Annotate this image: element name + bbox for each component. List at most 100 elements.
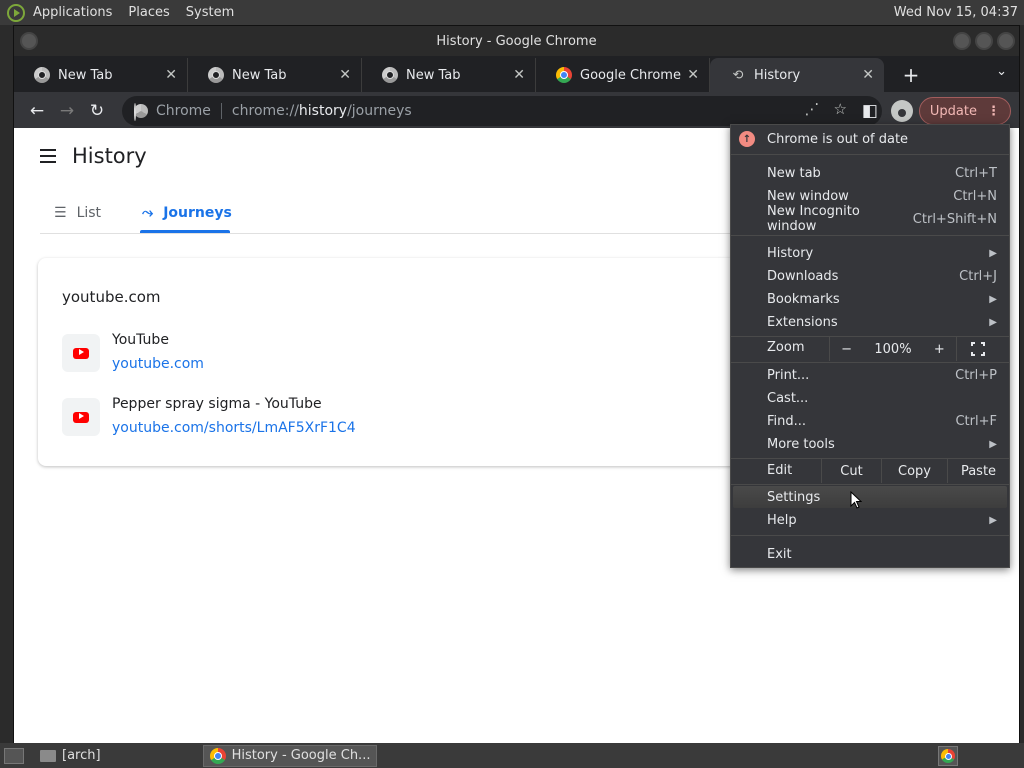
tab-journeys-label: Journeys	[163, 205, 232, 221]
system-menu[interactable]: System	[186, 5, 234, 20]
close-tab-icon[interactable]: ✕	[165, 67, 177, 83]
tab-google-chrome[interactable]: Google Chrome - T ✕	[536, 58, 710, 92]
back-button[interactable]: ←	[22, 96, 52, 126]
menu-item-extensions[interactable]: Extensions ▶	[767, 311, 997, 333]
menu-item-label: Find...	[767, 413, 807, 429]
system-panel: Applications Places System Wed Nov 15, 0…	[0, 0, 1024, 25]
submenu-arrow-icon: ▶	[989, 438, 997, 450]
tab-new-tab-3[interactable]: New Tab ✕	[362, 58, 536, 92]
menu-item-more-tools[interactable]: More tools ▶	[767, 433, 997, 455]
chrome-color-icon	[209, 747, 226, 764]
copy-button[interactable]: Copy	[881, 459, 947, 483]
url-scheme: chrome://	[231, 103, 299, 119]
menu-item-settings[interactable]: Settings	[733, 486, 1007, 508]
minimize-button[interactable]	[953, 32, 971, 50]
tab-title: New Tab	[58, 67, 113, 83]
tab-new-tab-1[interactable]: New Tab ✕	[14, 58, 188, 92]
close-tab-icon[interactable]: ✕	[339, 67, 351, 83]
update-button[interactable]: Update ⋮	[918, 97, 1011, 125]
menu-shortcut: Ctrl+Shift+N	[912, 211, 997, 227]
menu-item-print[interactable]: Print... Ctrl+P	[767, 364, 997, 386]
paste-button[interactable]: Paste	[947, 459, 1009, 483]
menu-item-new-incognito[interactable]: New Incognito window Ctrl+Shift+N	[767, 204, 997, 234]
omnibox-divider	[220, 103, 222, 119]
window-menu-button[interactable]	[20, 32, 38, 50]
menu-item-label: Cast...	[767, 390, 809, 406]
list-item[interactable]: YouTube youtube.com	[62, 332, 204, 372]
window-titlebar[interactable]: History - Google Chrome	[14, 26, 1019, 56]
zoom-controls: − 100% +	[829, 337, 957, 361]
menu-item-history[interactable]: History ▶	[767, 242, 997, 264]
new-tab-button[interactable]: +	[896, 58, 926, 92]
zoom-in-button[interactable]: +	[934, 342, 945, 357]
submenu-arrow-icon: ▶	[989, 247, 997, 259]
update-alert-icon: ↑	[739, 131, 755, 147]
zoom-out-button[interactable]: −	[841, 342, 852, 357]
fullscreen-icon[interactable]	[970, 341, 986, 357]
menu-separator	[731, 154, 1009, 155]
address-bar[interactable]: Chrome chrome://history/journeys	[122, 96, 882, 126]
show-desktop-icon[interactable]	[4, 747, 24, 764]
menu-item-downloads[interactable]: Downloads Ctrl+J	[767, 265, 997, 287]
menu-item-new-tab[interactable]: New tab Ctrl+T	[767, 162, 997, 184]
youtube-favicon-icon	[62, 398, 100, 436]
window-title: History - Google Chrome	[436, 33, 597, 49]
chrome-gray-icon	[208, 67, 224, 83]
profile-avatar-icon[interactable]	[890, 100, 913, 122]
close-window-button[interactable]	[997, 32, 1015, 50]
journey-cluster-card: youtube.com YouTube youtube.com Pepper s…	[38, 258, 798, 466]
clock[interactable]: Wed Nov 15, 04:37	[894, 5, 1018, 20]
page-title: History	[72, 144, 147, 168]
list-item[interactable]: Pepper spray sigma - YouTube youtube.com…	[62, 396, 356, 436]
menu-item-exit[interactable]: Exit	[767, 543, 997, 565]
applications-menu[interactable]: Applications	[33, 5, 112, 20]
hamburger-menu-icon[interactable]	[40, 149, 56, 163]
zoom-label: Zoom	[767, 340, 805, 355]
menu-item-out-of-date[interactable]: Chrome is out of date	[767, 128, 997, 150]
taskbar-item-arch[interactable]: [arch]	[34, 745, 107, 767]
share-icon[interactable]: ⋰	[805, 100, 820, 118]
site-label: Chrome	[156, 103, 211, 119]
menu-separator	[731, 484, 1009, 485]
active-tab-indicator	[140, 230, 230, 233]
places-menu[interactable]: Places	[128, 5, 169, 20]
url-host: history	[298, 103, 348, 119]
menu-separator	[731, 362, 1009, 363]
chrome-app-menu: ↑ Chrome is out of date New tab Ctrl+T N…	[730, 124, 1010, 568]
taskbar-item-label: History - Google Ch...	[231, 748, 371, 763]
menu-item-label: Print...	[767, 367, 810, 383]
visit-url[interactable]: youtube.com	[112, 356, 204, 372]
close-tab-icon[interactable]: ✕	[687, 67, 699, 83]
close-tab-icon[interactable]: ✕	[513, 67, 525, 83]
taskbar-item-chrome[interactable]: History - Google Ch...	[202, 744, 378, 767]
visit-title[interactable]: Pepper spray sigma - YouTube	[112, 396, 356, 412]
tray-chrome-icon[interactable]	[938, 746, 958, 766]
menu-item-cast[interactable]: Cast...	[767, 387, 997, 409]
menu-item-label: Exit	[767, 546, 792, 562]
edit-row: Edit Cut Copy Paste	[731, 459, 1009, 483]
visit-url[interactable]: youtube.com/shorts/LmAF5XrF1C4	[112, 420, 356, 436]
url-path: /journeys	[347, 103, 412, 119]
menu-item-help[interactable]: Help ▶	[767, 509, 997, 531]
menu-item-find[interactable]: Find... Ctrl+F	[767, 410, 997, 432]
tab-history[interactable]: ⟲ History ✕	[710, 58, 884, 92]
distro-logo-icon[interactable]	[7, 3, 25, 22]
cut-button[interactable]: Cut	[821, 459, 881, 483]
youtube-favicon-icon	[62, 334, 100, 372]
update-label: Update	[929, 103, 977, 119]
bookmark-star-icon[interactable]: ☆	[834, 100, 847, 118]
menu-item-bookmarks[interactable]: Bookmarks ▶	[767, 288, 997, 310]
reload-button[interactable]: ↻	[82, 96, 112, 126]
history-icon: ⟲	[732, 67, 744, 83]
tab-search-chevron-icon[interactable]: ⌄	[996, 64, 1007, 79]
submenu-arrow-icon: ▶	[989, 316, 997, 328]
tab-journeys[interactable]: ⤳ Journeys	[142, 198, 232, 228]
maximize-button[interactable]	[975, 32, 993, 50]
close-tab-icon[interactable]: ✕	[862, 67, 874, 83]
forward-button[interactable]: →	[52, 96, 82, 126]
tab-list[interactable]: ☰ List	[54, 198, 101, 228]
visit-title[interactable]: YouTube	[112, 332, 204, 348]
side-panel-icon[interactable]: ◧	[855, 96, 885, 126]
toolbar-right: ◧ Update ⋮	[855, 96, 1011, 126]
tab-new-tab-2[interactable]: New Tab ✕	[188, 58, 362, 92]
